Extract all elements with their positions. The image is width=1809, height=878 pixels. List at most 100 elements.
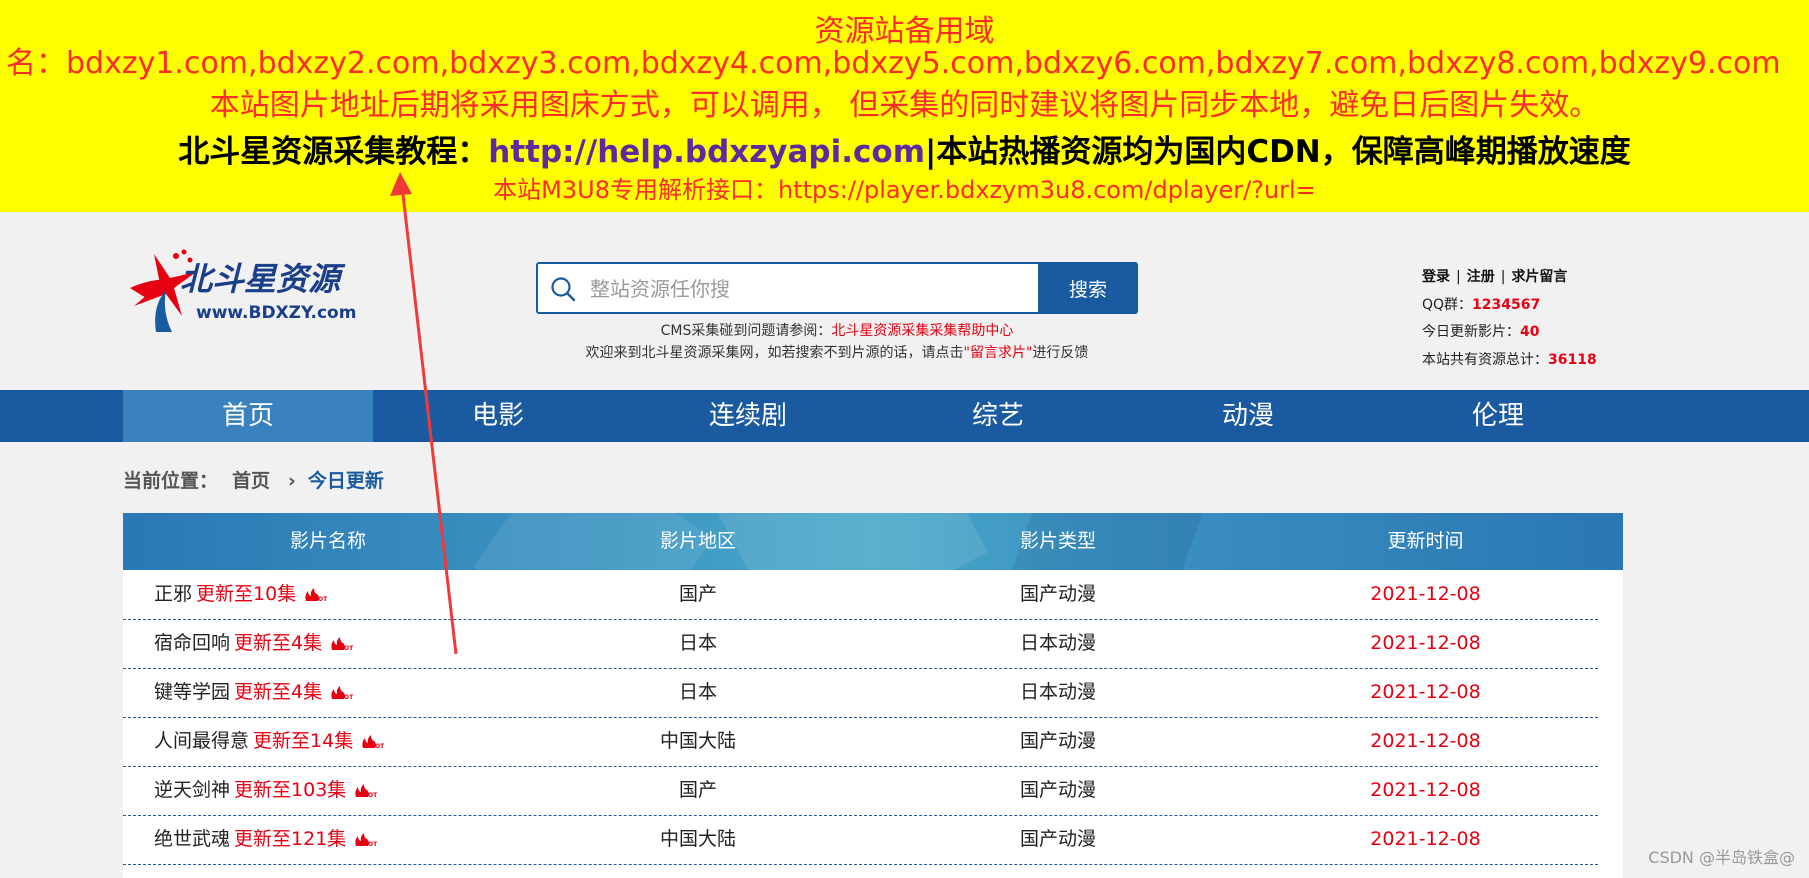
help-center-link[interactable]: 北斗星资源采集采集帮助中心 xyxy=(831,323,1013,339)
movie-region: 中国大陆 xyxy=(659,730,736,752)
notice-line-domains: 名：bdxzy1.com,bdxzy2.com,bdxzy3.com,bdxzy… xyxy=(6,46,1781,81)
hot-icon: HOT xyxy=(355,783,378,799)
request-link[interactable]: 求片留言 xyxy=(1511,269,1567,285)
movie-name[interactable]: 绝世武魂 xyxy=(154,828,230,850)
qq-label: QQ群： xyxy=(1422,297,1473,313)
search-icon xyxy=(551,277,576,302)
welcome-text: 欢迎来到北斗星资源采集网，如若搜索不到片源的话，请点击"留言求片"进行反馈 xyxy=(536,342,1138,362)
separator: | xyxy=(1500,269,1506,285)
nav-item-ethics[interactable]: 伦理 xyxy=(1373,390,1623,442)
tutorial-link[interactable]: http://help.bdxzyapi.com xyxy=(488,134,925,170)
episode-update: 更新至4集 xyxy=(234,632,323,654)
header-type: 影片类型 xyxy=(1019,530,1096,552)
search-input[interactable] xyxy=(588,264,1062,314)
table-row[interactable]: 逆天剑神 更新至103集 HOT 国产 国产动漫 2021-12-08 xyxy=(123,766,1598,816)
table-row[interactable]: 正邪 更新至10集 HOT 国产 国产动漫 2021-12-08 xyxy=(123,570,1598,620)
notice-line-images: 本站图片地址后期将采用图床方式，可以调用， 但采集的同时建议将图片同步本地，避免… xyxy=(209,88,1600,123)
site-logo[interactable]: 北斗星资源 www.BDXZY.com xyxy=(126,246,386,336)
cms-help-text: CMS采集碰到问题请参阅：北斗星资源采集采集帮助中心 xyxy=(536,320,1138,340)
today-updates: 今日更新影片：40 xyxy=(1422,321,1539,341)
nav-item-movies[interactable]: 电影 xyxy=(373,390,623,442)
update-date: 2021-12-08 xyxy=(1370,681,1481,703)
qq-value: 1234567 xyxy=(1472,297,1541,313)
movie-name[interactable]: 人间最得意 xyxy=(154,730,249,752)
row-title[interactable]: 人间最得意 更新至14集 HOT xyxy=(154,717,385,766)
logo-cn-text: 北斗星资源 xyxy=(180,260,346,298)
breadcrumb-label: 当前位置： xyxy=(123,470,219,492)
svg-text:HOT: HOT xyxy=(313,596,328,603)
movie-name[interactable]: 逆天剑神 xyxy=(154,779,230,801)
svg-text:HOT: HOT xyxy=(363,841,378,848)
logo-en-text: www.BDXZY.com xyxy=(196,303,356,323)
nav-item-home[interactable]: 首页 xyxy=(123,390,373,442)
movie-type: 国产动漫 xyxy=(1019,779,1096,801)
total-value: 36118 xyxy=(1548,352,1597,368)
user-links: 登录 | 注册 | 求片留言 xyxy=(1422,266,1567,286)
episode-update: 更新至4集 xyxy=(234,681,323,703)
breadcrumb-home[interactable]: 首页 xyxy=(232,470,270,492)
update-date: 2021-12-08 xyxy=(1370,632,1481,654)
hot-icon: HOT xyxy=(355,832,378,848)
row-title[interactable]: 逆天剑神 更新至103集 HOT xyxy=(154,766,378,815)
table-header: 影片名称 影片地区 影片类型 更新时间 xyxy=(123,513,1623,570)
row-title[interactable]: 绝世武魂 更新至121集 HOT xyxy=(154,815,378,864)
nav-item-anime[interactable]: 动漫 xyxy=(1123,390,1373,442)
movie-region: 中国大陆 xyxy=(659,828,736,850)
movie-region: 日本 xyxy=(678,681,717,703)
header-name: 影片名称 xyxy=(289,530,366,552)
qq-group: QQ群：1234567 xyxy=(1422,294,1540,314)
nav-item-series[interactable]: 连续剧 xyxy=(623,390,873,442)
tutorial-suffix: |本站热播资源均为国内CDN，保障高峰期播放速度 xyxy=(925,134,1631,170)
movie-type: 日本动漫 xyxy=(1019,681,1096,703)
today-value: 40 xyxy=(1520,324,1540,340)
movie-type: 国产动漫 xyxy=(1019,730,1096,752)
table-row[interactable]: 人间最得意 更新至14集 HOT 中国大陆 国产动漫 2021-12-08 xyxy=(123,717,1598,767)
table-row[interactable]: 绝世武魂 更新至121集 HOT 中国大陆 国产动漫 2021-12-08 xyxy=(123,815,1598,865)
row-title[interactable]: 宿命回响 更新至4集 HOT xyxy=(154,619,354,668)
movie-region: 日本 xyxy=(678,632,717,654)
movie-name[interactable]: 宿命回响 xyxy=(154,632,230,654)
svg-text:HOT: HOT xyxy=(339,645,354,652)
header-time: 更新时间 xyxy=(1387,530,1464,552)
movie-type: 国产动漫 xyxy=(1019,583,1096,605)
tutorial-prefix: 北斗星资源采集教程： xyxy=(178,134,489,170)
movie-name[interactable]: 正邪 xyxy=(154,583,192,605)
svg-text:HOT: HOT xyxy=(363,792,378,799)
hot-icon: HOT xyxy=(305,587,328,603)
welcome-suffix: 进行反馈 xyxy=(1032,345,1089,361)
welcome-prefix: 欢迎来到北斗星资源采集网，如若搜索不到片源的话，请点击 xyxy=(585,345,964,361)
svg-text:HOT: HOT xyxy=(370,743,385,750)
register-link[interactable]: 注册 xyxy=(1467,269,1495,285)
updates-table: 影片名称 影片地区 影片类型 更新时间 正邪 更新至10集 HOT 国产 国产动漫 202… xyxy=(123,513,1623,878)
row-title[interactable]: 键等学园 更新至4集 HOT xyxy=(154,668,354,717)
search-button[interactable]: 搜索 xyxy=(1038,262,1138,314)
watermark: CSDN @半岛铁盒@ xyxy=(1648,848,1795,867)
movie-type: 国产动漫 xyxy=(1019,828,1096,850)
table-row[interactable]: 键等学园 更新至4集 HOT 日本 日本动漫 2021-12-08 xyxy=(123,668,1598,718)
hot-icon: HOT xyxy=(331,636,354,652)
separator: | xyxy=(1456,269,1461,285)
movie-type: 日本动漫 xyxy=(1019,632,1096,654)
search-box: 搜索 xyxy=(536,262,1138,314)
chevron-right-icon: › xyxy=(288,470,296,492)
notice-banner: 资源站备用域 名：bdxzy1.com,bdxzy2.com,bdxzy3.co… xyxy=(0,0,1809,212)
hot-icon: HOT xyxy=(362,734,385,750)
nav-item-variety[interactable]: 综艺 xyxy=(873,390,1123,442)
table-row[interactable]: 宿命回响 更新至4集 HOT 日本 日本动漫 2021-12-08 xyxy=(123,619,1598,669)
episode-update: 更新至103集 xyxy=(234,779,347,801)
total-resources: 本站共有资源总计：36118 xyxy=(1422,349,1597,369)
login-link[interactable]: 登录 xyxy=(1422,269,1450,285)
notice-line-m3u8: 本站M3U8专用解析接口：https://player.bdxzym3u8.co… xyxy=(493,176,1316,204)
breadcrumb: 当前位置： 首页 › 今日更新 xyxy=(123,466,384,493)
cms-help-prefix: CMS采集碰到问题请参阅： xyxy=(660,323,832,339)
hot-icon: HOT xyxy=(331,685,354,701)
today-label: 今日更新影片： xyxy=(1422,324,1520,340)
request-movie-link[interactable]: "留言求片" xyxy=(964,345,1033,361)
svg-text:HOT: HOT xyxy=(339,694,354,701)
update-date: 2021-12-08 xyxy=(1370,779,1481,801)
movie-name[interactable]: 键等学园 xyxy=(154,681,230,703)
movie-region: 国产 xyxy=(678,779,717,801)
movie-region: 国产 xyxy=(678,583,717,605)
notice-line-tutorial: 北斗星资源采集教程：http://help.bdxzyapi.com|本站热播资… xyxy=(0,126,1809,171)
row-title[interactable]: 正邪 更新至10集 HOT xyxy=(154,570,328,619)
